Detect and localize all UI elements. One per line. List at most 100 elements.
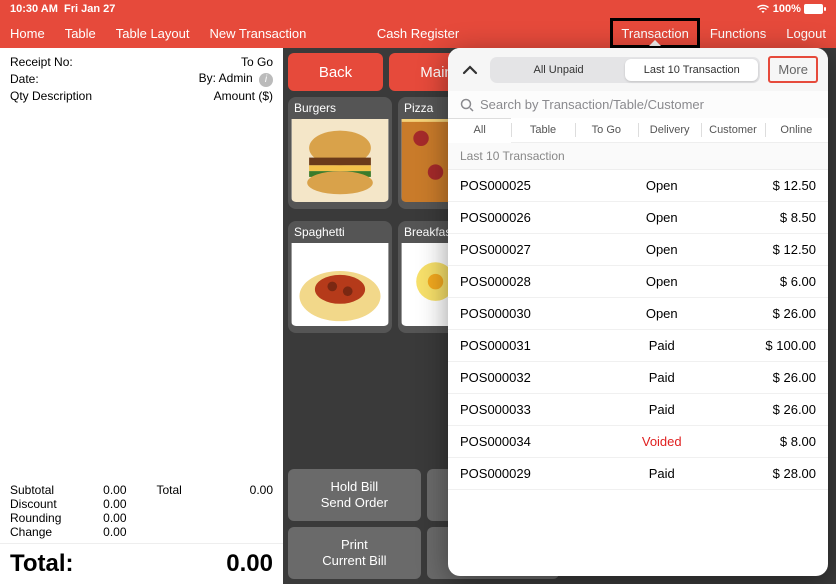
txn-amount: $ 26.00 bbox=[721, 370, 816, 385]
status-date: Fri Jan 27 bbox=[64, 3, 115, 15]
tile-label: Spaghetti bbox=[288, 221, 392, 243]
tile-label: Burgers bbox=[288, 97, 392, 119]
tab-togo[interactable]: To Go bbox=[575, 118, 638, 142]
tile-spaghetti[interactable]: Spaghetti bbox=[288, 221, 392, 333]
txn-status: Open bbox=[602, 178, 721, 193]
battery-pct: 100% bbox=[773, 3, 801, 15]
transaction-row[interactable]: POS000032Paid$ 26.00 bbox=[448, 362, 828, 394]
transaction-row[interactable]: POS000028Open$ 6.00 bbox=[448, 266, 828, 298]
txn-id: POS000029 bbox=[460, 466, 602, 481]
txn-status: Open bbox=[602, 210, 721, 225]
txn-status: Open bbox=[602, 306, 721, 321]
rounding-label: Rounding bbox=[10, 511, 61, 525]
page-title: Cash Register bbox=[377, 26, 459, 41]
tab-table[interactable]: Table bbox=[511, 118, 574, 142]
tab-delivery[interactable]: Delivery bbox=[638, 118, 701, 142]
txn-id: POS000026 bbox=[460, 210, 602, 225]
txn-status: Open bbox=[602, 274, 721, 289]
info-icon[interactable]: i bbox=[259, 73, 273, 87]
txn-amount: $ 6.00 bbox=[721, 274, 816, 289]
txn-amount: $ 12.50 bbox=[721, 242, 816, 257]
rounding-value: 0.00 bbox=[103, 511, 126, 525]
txn-amount: $ 100.00 bbox=[721, 338, 816, 353]
back-button[interactable]: Back bbox=[288, 53, 383, 91]
chevron-up-icon[interactable] bbox=[458, 58, 482, 82]
txn-amount: $ 26.00 bbox=[721, 306, 816, 321]
tab-all[interactable]: All bbox=[448, 118, 511, 142]
txn-status: Paid bbox=[602, 338, 721, 353]
seg-last10[interactable]: Last 10 Transaction bbox=[625, 59, 758, 81]
txn-id: POS000025 bbox=[460, 178, 602, 193]
txn-amount: $ 8.50 bbox=[721, 210, 816, 225]
list-title: Last 10 Transaction bbox=[448, 142, 828, 170]
txn-amount: $ 12.50 bbox=[721, 178, 816, 193]
receipt-no-label: Receipt No: bbox=[10, 55, 73, 69]
search-placeholder: Search by Transaction/Table/Customer bbox=[480, 97, 704, 112]
nav-home[interactable]: Home bbox=[0, 18, 55, 48]
transaction-row[interactable]: POS000026Open$ 8.50 bbox=[448, 202, 828, 234]
txn-id: POS000034 bbox=[460, 434, 602, 449]
txn-amount: $ 26.00 bbox=[721, 402, 816, 417]
seg-all-unpaid[interactable]: All Unpaid bbox=[492, 59, 625, 81]
txn-id: POS000028 bbox=[460, 274, 602, 289]
transaction-row[interactable]: POS000030Open$ 26.00 bbox=[448, 298, 828, 330]
txn-status: Paid bbox=[602, 370, 721, 385]
total-value: 0.00 bbox=[250, 483, 273, 497]
hold-bill-button[interactable]: Hold Bill Send Order bbox=[288, 469, 421, 521]
nav-table[interactable]: Table bbox=[55, 18, 106, 48]
print-bill-button[interactable]: Print Current Bill bbox=[288, 527, 421, 579]
chevron-up-icon bbox=[649, 40, 661, 46]
txn-amount: $ 8.00 bbox=[721, 434, 816, 449]
transaction-row[interactable]: POS000027Open$ 12.50 bbox=[448, 234, 828, 266]
top-nav: Home Table Table Layout New Transaction … bbox=[0, 18, 836, 48]
search-icon bbox=[460, 98, 474, 112]
change-value: 0.00 bbox=[103, 525, 126, 539]
transaction-row[interactable]: POS000031Paid$ 100.00 bbox=[448, 330, 828, 362]
nav-table-layout[interactable]: Table Layout bbox=[106, 18, 200, 48]
nav-new-transaction[interactable]: New Transaction bbox=[200, 18, 317, 48]
receipt-no-value: To Go bbox=[241, 55, 273, 69]
txn-id: POS000027 bbox=[460, 242, 602, 257]
more-button[interactable]: More bbox=[768, 56, 818, 83]
txn-status: Paid bbox=[602, 466, 721, 481]
transaction-list[interactable]: POS000025Open$ 12.50POS000026Open$ 8.50P… bbox=[448, 170, 828, 576]
tab-online[interactable]: Online bbox=[765, 118, 828, 142]
receipt-date-label: Date: bbox=[10, 72, 39, 86]
battery-icon bbox=[804, 3, 826, 15]
grand-total-value: 0.00 bbox=[226, 550, 273, 578]
txn-id: POS000030 bbox=[460, 306, 602, 321]
nav-logout[interactable]: Logout bbox=[776, 18, 836, 48]
subtotal-label: Subtotal bbox=[10, 483, 54, 497]
filter-tabs: All Table To Go Delivery Customer Online bbox=[448, 118, 828, 142]
transaction-row[interactable]: POS000029Paid$ 28.00 bbox=[448, 458, 828, 490]
subtotal-value: 0.00 bbox=[103, 483, 126, 497]
col-qty-desc: Qty Description bbox=[10, 89, 92, 103]
status-time: 10:30 AM bbox=[10, 3, 58, 15]
txn-id: POS000031 bbox=[460, 338, 602, 353]
grand-total-label: Total: bbox=[10, 550, 74, 578]
discount-value: 0.00 bbox=[103, 497, 126, 511]
change-label: Change bbox=[10, 525, 52, 539]
txn-id: POS000033 bbox=[460, 402, 602, 417]
transaction-row[interactable]: POS000025Open$ 12.50 bbox=[448, 170, 828, 202]
receipt-by-label: By: Admin bbox=[199, 71, 253, 85]
transaction-row[interactable]: POS000034Voided$ 8.00 bbox=[448, 426, 828, 458]
txn-status: Open bbox=[602, 242, 721, 257]
nav-transaction[interactable]: Transaction bbox=[610, 18, 699, 48]
txn-amount: $ 28.00 bbox=[721, 466, 816, 481]
total-label: Total bbox=[157, 483, 182, 497]
transaction-popover: All Unpaid Last 10 Transaction More Sear… bbox=[448, 48, 828, 576]
transaction-row[interactable]: POS000033Paid$ 26.00 bbox=[448, 394, 828, 426]
txn-id: POS000032 bbox=[460, 370, 602, 385]
search-input[interactable]: Search by Transaction/Table/Customer bbox=[448, 91, 828, 118]
txn-status: Voided bbox=[602, 434, 721, 449]
wifi-icon bbox=[756, 3, 770, 15]
discount-label: Discount bbox=[10, 497, 57, 511]
receipt-lines bbox=[0, 110, 283, 480]
col-amount: Amount ($) bbox=[214, 89, 273, 103]
segment-control[interactable]: All Unpaid Last 10 Transaction bbox=[490, 57, 760, 83]
tab-customer[interactable]: Customer bbox=[701, 118, 764, 142]
txn-status: Paid bbox=[602, 402, 721, 417]
tile-burgers[interactable]: Burgers bbox=[288, 97, 392, 209]
nav-functions[interactable]: Functions bbox=[700, 18, 776, 48]
